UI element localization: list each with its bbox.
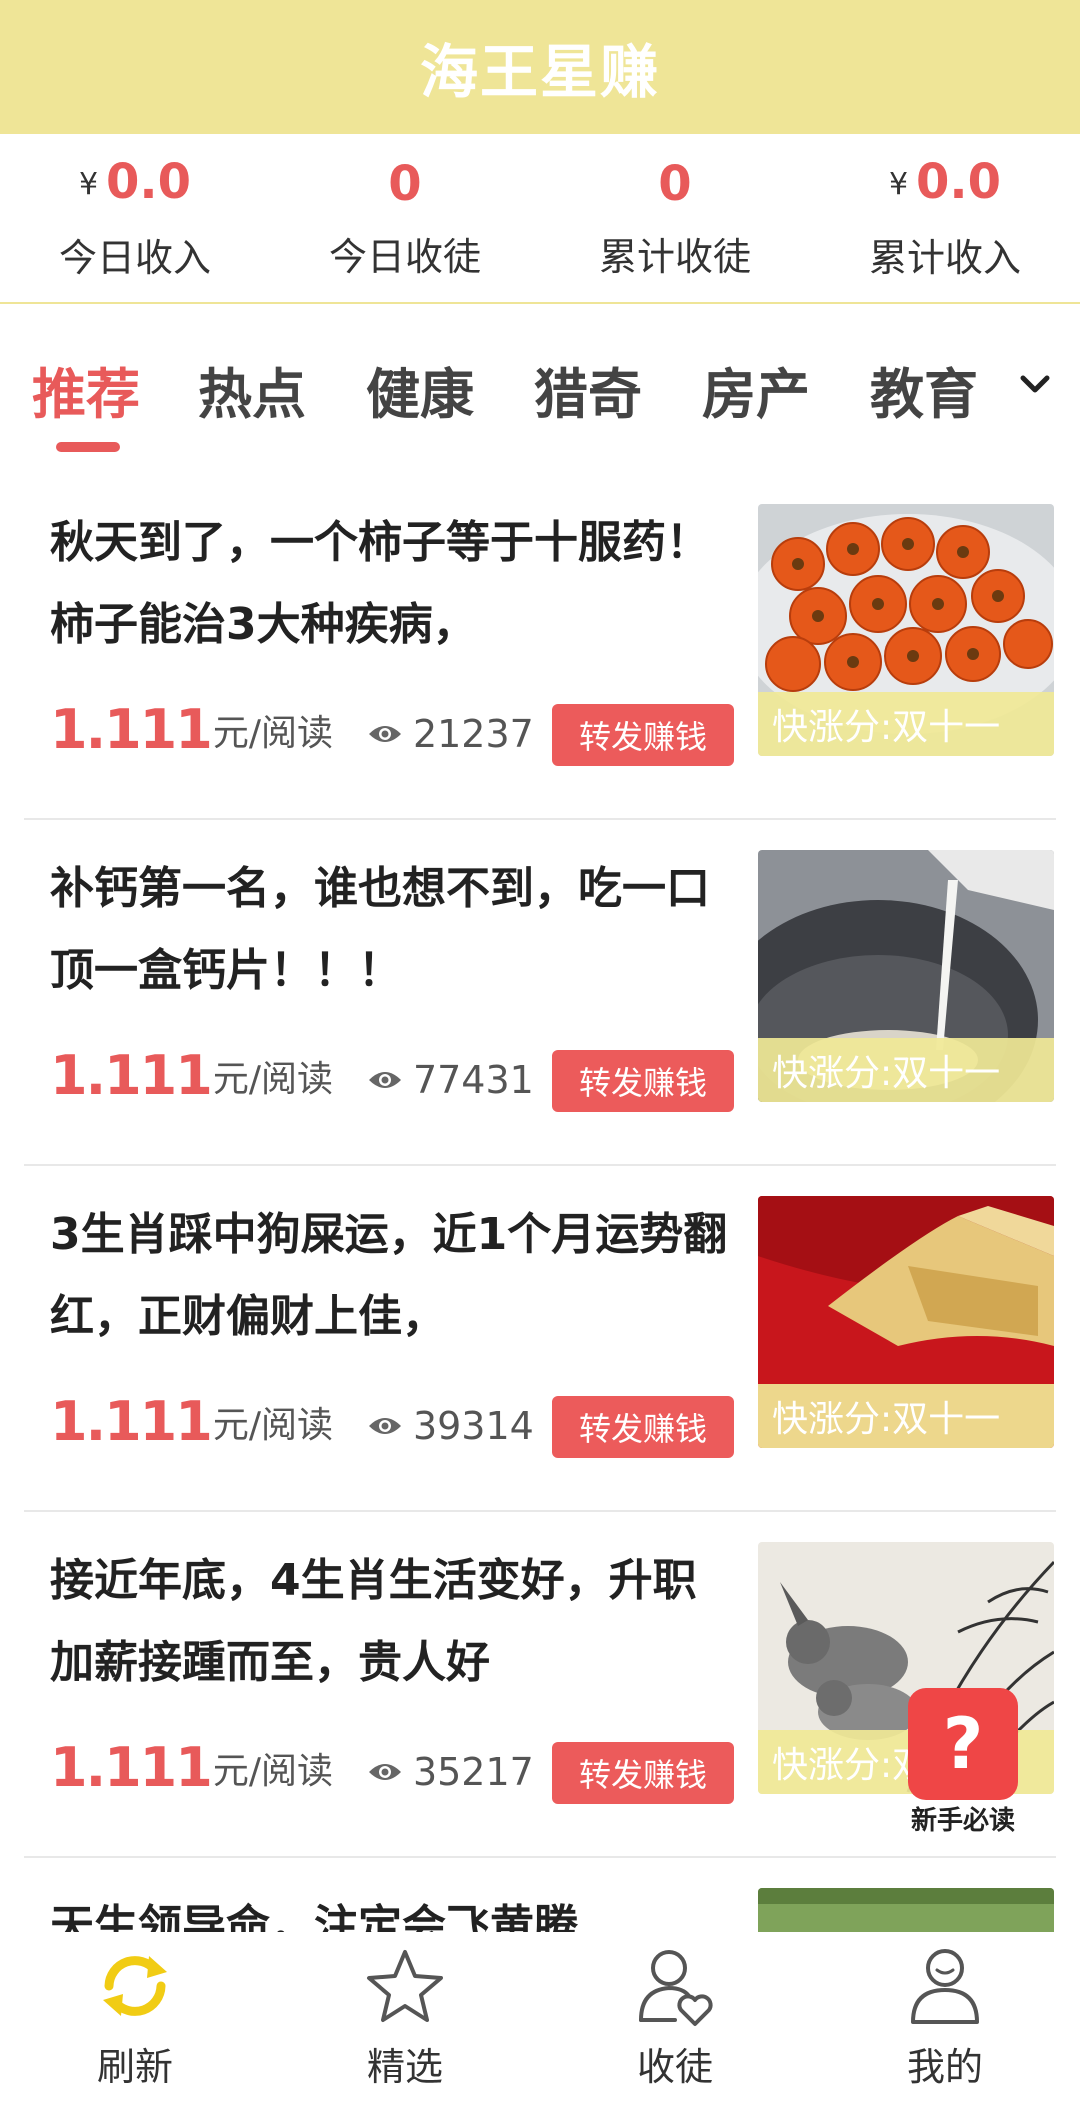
article-item[interactable]: 天生领导命，注定会飞黄腾 [24, 1856, 1056, 1936]
stat-label: 今日收入 [58, 236, 211, 280]
article-title[interactable]: 补钙第一名，谁也想不到，吃一口顶一盒钙片！！！ [50, 848, 730, 1012]
app-header: 海王星赚 [0, 0, 1080, 134]
stat-today-income[interactable]: ¥0.0 今日收入 [0, 134, 270, 302]
reward-unit: 元/阅读 [212, 1059, 333, 1100]
article-thumbnail[interactable]: 快涨分:双十一 [758, 504, 1054, 756]
stat-label: 今日收徒 [328, 234, 481, 279]
reward-price: 1.111 [50, 1044, 213, 1107]
chevron-down-icon[interactable] [1015, 364, 1055, 404]
article-title[interactable]: 秋天到了，一个柿子等于十服药！柿子能治3大种疾病， [50, 502, 730, 666]
share-earn-button[interactable]: 转发赚钱 [552, 1396, 734, 1458]
nav-refresh[interactable]: 刷新 [0, 1932, 270, 2103]
stat-today-disciples[interactable]: 0 今日收徒 [270, 134, 540, 302]
reward-unit: 元/阅读 [212, 1405, 333, 1446]
refresh-icon [103, 1956, 167, 2016]
reward-unit: 元/阅读 [212, 1751, 333, 1792]
share-earn-button[interactable]: 转发赚钱 [552, 704, 734, 766]
tab-real-estate[interactable]: 房产 [702, 350, 810, 429]
reward-price: 1.111 [50, 698, 213, 761]
share-earn-button[interactable]: 转发赚钱 [552, 1050, 734, 1112]
reward-price: 1.111 [50, 1390, 213, 1453]
tab-hot[interactable]: 热点 [198, 350, 306, 429]
view-count-value: 35217 [412, 1750, 534, 1794]
article-thumbnail[interactable]: 快涨分:双十一 [758, 850, 1054, 1102]
view-count: 77431 [367, 1054, 534, 1106]
star-icon [367, 1950, 443, 2022]
stat-label: 累计收入 [868, 236, 1021, 280]
eye-icon [368, 1418, 401, 1434]
article-meta: 1.111 元/阅读 77431 [50, 1036, 534, 1106]
newbie-guide-button[interactable]: ? 新手必读 [904, 1688, 1022, 1838]
view-count-value: 39314 [412, 1404, 534, 1448]
view-count: 21237 [367, 708, 534, 760]
nav-recruit[interactable]: 收徒 [540, 1932, 810, 2103]
nav-profile[interactable]: 我的 [810, 1932, 1080, 2103]
article-title[interactable]: 3生肖踩中狗屎运，近1个月运势翻红，正财偏财上佳， [50, 1194, 730, 1358]
article-item[interactable]: 3生肖踩中狗屎运，近1个月运势翻红，正财偏财上佳， 1.111 元/阅读 393… [24, 1164, 1056, 1512]
stat-value: 0 [388, 155, 422, 212]
yen-symbol: ¥ [888, 167, 909, 202]
user-icon [911, 1949, 979, 2024]
nav-label: 收徒 [636, 2045, 713, 2089]
stat-value: 0 [658, 155, 692, 212]
article-item[interactable]: 接近年底，4生肖生活变好，升职加薪接踵而至，贵人好 1.111 元/阅读 352… [24, 1510, 1056, 1858]
article-title[interactable]: 接近年底，4生肖生活变好，升职加薪接踵而至，贵人好 [50, 1540, 730, 1704]
tab-education[interactable]: 教育 [870, 350, 978, 429]
article-meta: 1.111 元/阅读 39314 [50, 1382, 534, 1452]
article-thumbnail[interactable] [758, 1888, 1054, 1936]
eye-icon [368, 1072, 401, 1088]
view-count-value: 21237 [412, 712, 534, 756]
nav-label: 刷新 [96, 2045, 173, 2089]
article-meta: 1.111 元/阅读 35217 [50, 1728, 534, 1798]
article-item[interactable]: 秋天到了，一个柿子等于十服药！柿子能治3大种疾病， 1.111 元/阅读 212… [24, 472, 1056, 820]
tab-health[interactable]: 健康 [366, 350, 474, 429]
stat-total-income[interactable]: ¥0.0 累计收入 [810, 134, 1080, 302]
nav-featured[interactable]: 精选 [270, 1932, 540, 2103]
share-earn-button[interactable]: 转发赚钱 [552, 1742, 734, 1804]
article-item[interactable]: 补钙第一名，谁也想不到，吃一口顶一盒钙片！！！ 1.111 元/阅读 77431… [24, 818, 1056, 1166]
article-thumbnail[interactable]: 快涨分:双十一 [758, 1196, 1054, 1448]
article-meta: 1.111 元/阅读 21237 [50, 690, 534, 760]
question-icon: ? [908, 1688, 1018, 1800]
active-tab-indicator [56, 442, 120, 452]
stat-value: 0.0 [916, 154, 1002, 210]
view-count: 39314 [367, 1400, 534, 1452]
nav-label: 我的 [906, 2045, 983, 2089]
thumbnail-tag: 快涨分:双十一 [758, 1384, 1054, 1448]
reward-price: 1.111 [50, 1736, 213, 1799]
eye-icon [368, 1764, 401, 1780]
tab-curiosity[interactable]: 猎奇 [534, 350, 642, 429]
thumbnail-tag: 快涨分:双十一 [758, 692, 1054, 756]
tab-recommended[interactable]: 推荐 [32, 350, 140, 429]
landscape-image [758, 1888, 1054, 1936]
earnings-summary: ¥0.0 今日收入 0 今日收徒 0 累计收徒 ¥0.0 累计收入 [0, 134, 1080, 304]
thumbnail-tag: 快涨分:双十一 [758, 1038, 1054, 1102]
stat-value: 0.0 [106, 154, 192, 210]
bottom-nav: 刷新 精选 收徒 我的 [0, 1932, 1080, 2103]
stat-total-disciples[interactable]: 0 累计收徒 [540, 134, 810, 302]
newbie-guide-label: 新手必读 [910, 1806, 1015, 1836]
article-title[interactable]: 天生领导命，注定会飞黄腾 [50, 1886, 730, 1936]
view-count: 35217 [367, 1746, 534, 1798]
user-heart-icon [639, 1950, 713, 2026]
yen-symbol: ¥ [78, 167, 99, 202]
app-title: 海王星赚 [419, 38, 660, 106]
nav-label: 精选 [366, 2045, 443, 2089]
category-tabs: 推荐 热点 健康 猎奇 房产 教育 [0, 304, 1080, 454]
reward-unit: 元/阅读 [212, 713, 333, 754]
stat-label: 累计收徒 [598, 234, 751, 279]
view-count-value: 77431 [412, 1058, 534, 1102]
eye-icon [368, 726, 401, 742]
